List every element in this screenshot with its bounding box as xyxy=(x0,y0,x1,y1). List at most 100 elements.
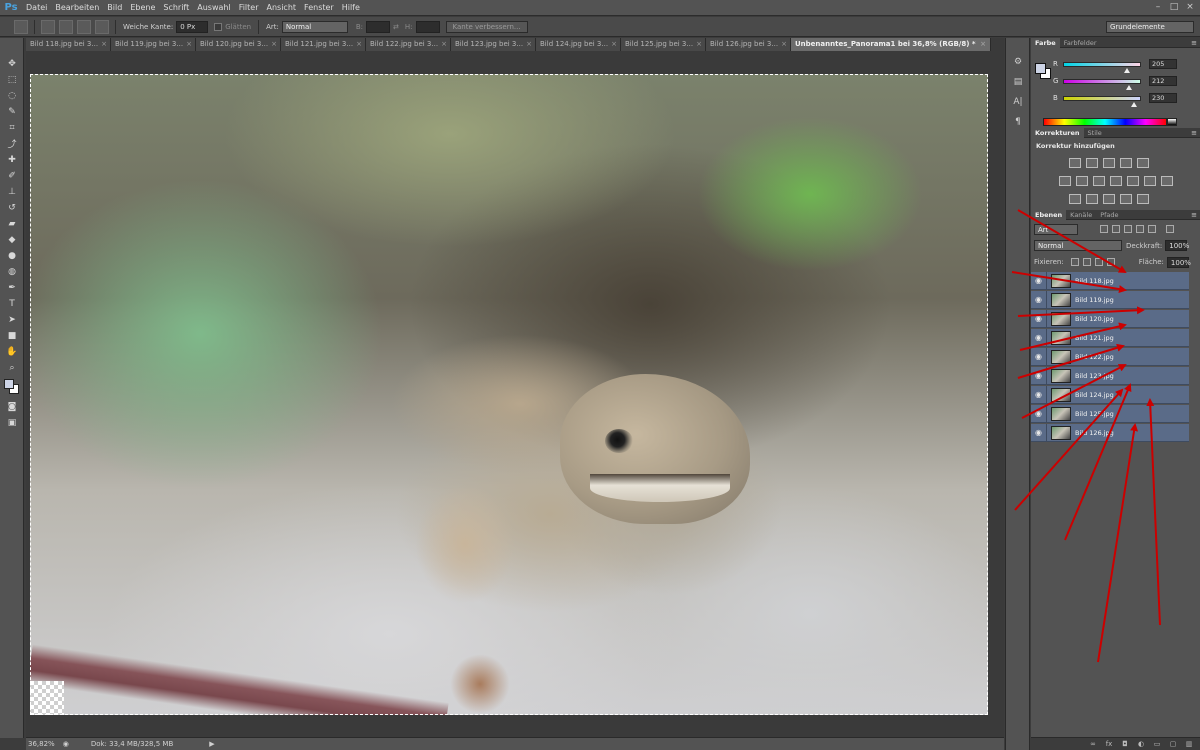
layer-row[interactable]: ◉ Bild 123.jpg xyxy=(1031,366,1189,385)
filter-adjustment-icon[interactable] xyxy=(1112,225,1120,233)
tab-bild-121[interactable]: Bild 121.jpg bei 3... × xyxy=(281,38,366,51)
color-balance-icon[interactable] xyxy=(1093,176,1105,186)
layer-row[interactable]: ◉ Bild 118.jpg xyxy=(1031,271,1189,290)
photo-filter-icon[interactable] xyxy=(1127,176,1139,186)
channel-mixer-icon[interactable] xyxy=(1144,176,1156,186)
status-info-icon[interactable]: ◉ xyxy=(63,740,69,748)
healing-brush-icon[interactable]: ✚ xyxy=(3,152,21,167)
tab-bild-118[interactable]: Bild 118.jpg bei 3... × xyxy=(26,38,111,51)
slider-b[interactable]: B 230 xyxy=(1053,92,1193,107)
paint-bucket-icon[interactable]: ◆ xyxy=(3,232,21,247)
filter-type-icon[interactable] xyxy=(1124,225,1132,233)
menu-filter[interactable]: Filter xyxy=(235,0,263,16)
tab-bild-124[interactable]: Bild 124.jpg bei 3... × xyxy=(536,38,621,51)
menu-auswahl[interactable]: Auswahl xyxy=(193,0,234,16)
slider-track[interactable] xyxy=(1063,61,1141,73)
channel-value[interactable]: 212 xyxy=(1149,76,1177,86)
tab-close-icon[interactable]: × xyxy=(611,38,617,51)
move-tool-icon[interactable]: ✥ xyxy=(3,56,21,71)
quick-mask-icon[interactable]: ◙ xyxy=(3,399,21,414)
menu-fenster[interactable]: Fenster xyxy=(300,0,338,16)
tab-close-icon[interactable]: × xyxy=(186,38,192,51)
layer-row[interactable]: ◉ Bild 121.jpg xyxy=(1031,328,1189,347)
fill-input[interactable]: 100% xyxy=(1166,256,1191,268)
panorama-image[interactable] xyxy=(30,74,988,715)
opacity-input[interactable]: 100% xyxy=(1165,240,1189,251)
eye-icon[interactable]: ◉ xyxy=(1031,271,1047,290)
lock-image-icon[interactable] xyxy=(1082,258,1091,266)
new-selection-icon[interactable] xyxy=(41,19,55,34)
tab-close-icon[interactable]: × xyxy=(101,38,107,51)
quick-selection-tool-icon[interactable]: ✎ xyxy=(3,104,21,119)
posterize-icon[interactable] xyxy=(1086,194,1098,204)
slider-thumb[interactable] xyxy=(1125,84,1132,90)
tab-farbe[interactable]: Farbe xyxy=(1031,37,1060,48)
slider-thumb[interactable] xyxy=(1123,67,1130,73)
workspace-select[interactable]: Grundelemente xyxy=(1106,21,1194,33)
clone-stamp-icon[interactable]: ⊥ xyxy=(3,184,21,199)
layer-filter-select[interactable]: Art xyxy=(1034,223,1078,235)
panel-foreground-swatch[interactable] xyxy=(1035,63,1046,74)
maximize-button[interactable]: □ xyxy=(1166,0,1182,14)
path-selection-icon[interactable]: ➤ xyxy=(3,312,21,327)
tab-farbfelder[interactable]: Farbfelder xyxy=(1060,38,1101,48)
tab-bild-120[interactable]: Bild 120.jpg bei 3... × xyxy=(196,38,281,51)
color-lookup-icon[interactable] xyxy=(1161,176,1173,186)
slider-thumb[interactable] xyxy=(1131,101,1138,107)
layer-row[interactable]: ◉ Bild 120.jpg xyxy=(1031,309,1189,328)
layer-name[interactable]: Bild 122.jpg xyxy=(1075,353,1114,361)
tab-close-icon[interactable]: × xyxy=(781,38,787,51)
add-selection-icon[interactable] xyxy=(59,19,73,34)
marquee-tool-icon[interactable]: ⬚ xyxy=(3,72,21,87)
menu-ansicht[interactable]: Ansicht xyxy=(263,0,301,16)
slider-track[interactable] xyxy=(1063,95,1141,107)
foreground-color-swatch[interactable] xyxy=(4,379,14,389)
new-adjustment-icon[interactable]: ◐ xyxy=(1136,740,1146,748)
layer-row[interactable]: ◉ Bild 126.jpg xyxy=(1031,423,1189,442)
rectangle-tool-icon[interactable]: ■ xyxy=(3,328,21,343)
vibrance-icon[interactable] xyxy=(1059,176,1071,186)
eye-icon[interactable]: ◉ xyxy=(1031,423,1047,442)
menu-hilfe[interactable]: Hilfe xyxy=(338,0,364,16)
lock-all-icon[interactable] xyxy=(1106,258,1115,266)
panel-menu-icon[interactable]: ≡ xyxy=(1191,210,1197,220)
eye-icon[interactable]: ◉ xyxy=(1031,328,1047,347)
gradient-map-triangle-icon[interactable] xyxy=(1137,158,1149,168)
tab-bild-119[interactable]: Bild 119.jpg bei 3... × xyxy=(111,38,196,51)
tab-bild-122[interactable]: Bild 122.jpg bei 3... × xyxy=(366,38,451,51)
threshold-icon[interactable] xyxy=(1103,194,1115,204)
eraser-tool-icon[interactable]: ▰ xyxy=(3,216,21,231)
color-spectrum[interactable] xyxy=(1043,118,1167,126)
menu-datei[interactable]: Datei xyxy=(22,0,51,16)
pen-tool-icon[interactable]: ✒ xyxy=(3,280,21,295)
tab-close-icon[interactable]: × xyxy=(696,38,702,51)
antialias-checkbox[interactable] xyxy=(214,22,223,31)
panel-menu-icon[interactable]: ≡ xyxy=(1191,38,1197,48)
link-layers-icon[interactable]: ∞ xyxy=(1088,740,1098,748)
channel-value[interactable]: 205 xyxy=(1149,59,1177,69)
slider-g[interactable]: G 212 xyxy=(1053,75,1193,90)
status-menu-arrow-icon[interactable]: ▶ xyxy=(209,740,214,748)
brightness-contrast-icon[interactable] xyxy=(1069,158,1081,168)
lock-position-icon[interactable] xyxy=(1094,258,1103,266)
gradient-map-icon[interactable] xyxy=(1120,194,1132,204)
height-input[interactable] xyxy=(415,20,440,33)
channel-value[interactable]: 230 xyxy=(1149,93,1177,103)
layer-row[interactable]: ◉ Bild 122.jpg xyxy=(1031,347,1189,366)
hue-saturation-icon[interactable] xyxy=(1076,176,1088,186)
style-select[interactable]: Normal xyxy=(281,20,348,33)
filter-smart-object-icon[interactable] xyxy=(1148,225,1156,233)
tab-close-icon[interactable]: × xyxy=(441,38,447,51)
tab-close-icon[interactable]: × xyxy=(980,38,986,51)
width-input[interactable] xyxy=(366,20,391,33)
zoom-level[interactable]: 36,82% xyxy=(28,740,55,748)
new-group-icon[interactable]: ▭ xyxy=(1152,740,1162,748)
tab-kanaele[interactable]: Kanäle xyxy=(1066,210,1096,220)
layer-row[interactable]: ◉ Bild 125.jpg xyxy=(1031,404,1189,423)
slider-track[interactable] xyxy=(1063,78,1141,90)
intersect-selection-icon[interactable] xyxy=(95,19,109,34)
zoom-tool-icon[interactable]: ⌕ xyxy=(3,360,21,375)
tab-close-icon[interactable]: × xyxy=(526,38,532,51)
menu-bearbeiten[interactable]: Bearbeiten xyxy=(51,0,103,16)
new-layer-icon[interactable]: ▢ xyxy=(1168,740,1178,748)
